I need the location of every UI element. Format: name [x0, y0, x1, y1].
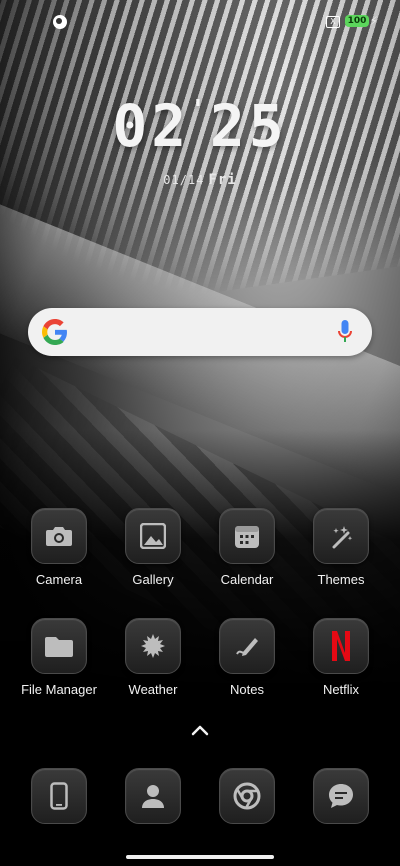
gallery-icon	[125, 508, 181, 564]
app-weather[interactable]: Weather	[107, 618, 199, 697]
app-file-manager[interactable]: File Manager	[13, 618, 105, 697]
app-label: Weather	[128, 682, 178, 697]
status-bar: X 100 ⚡	[0, 12, 400, 34]
app-calendar[interactable]: Calendar	[201, 508, 293, 587]
app-label: File Manager	[21, 682, 97, 697]
app-label: Themes	[317, 572, 365, 587]
weather-leaf-icon	[125, 618, 181, 674]
app-camera[interactable]: Camera	[13, 508, 105, 587]
messages-icon	[313, 768, 369, 824]
battery-icon: 100	[345, 15, 369, 27]
dock-phone[interactable]	[13, 768, 105, 824]
app-label: Notes	[230, 682, 264, 697]
dock-contacts[interactable]	[107, 768, 199, 824]
phone-icon	[31, 768, 87, 824]
app-label: Gallery	[132, 572, 174, 587]
dock-messages[interactable]	[295, 768, 387, 824]
app-label: Calendar	[220, 572, 274, 587]
google-logo-icon	[42, 319, 68, 345]
app-netflix[interactable]: Netflix	[295, 618, 387, 697]
weekday-text: Fri	[208, 172, 237, 188]
clock-separator: '	[190, 95, 210, 125]
magic-wand-icon	[313, 508, 369, 564]
microphone-icon[interactable]	[338, 320, 352, 344]
clock-date[interactable]: 01/14 Fri	[0, 172, 400, 188]
contacts-icon	[125, 768, 181, 824]
chevron-up-icon[interactable]	[190, 722, 210, 736]
chrome-icon	[219, 768, 275, 824]
sim-icon: X	[326, 16, 340, 28]
app-label: Netflix	[322, 682, 360, 697]
date-text: 01/14	[163, 173, 205, 187]
clock-minutes: 25	[209, 92, 288, 160]
gesture-nav-handle[interactable]	[126, 855, 274, 859]
clock-time[interactable]: 02'25	[0, 92, 400, 160]
netflix-icon	[313, 618, 369, 674]
folder-icon	[31, 618, 87, 674]
app-themes[interactable]: Themes	[295, 508, 387, 587]
pen-icon	[219, 618, 275, 674]
app-gallery[interactable]: Gallery	[107, 508, 199, 587]
app-label: Camera	[35, 572, 83, 587]
notification-dot-icon	[53, 15, 67, 29]
app-notes[interactable]: Notes	[201, 618, 293, 697]
bolt-icon: ⚡	[369, 14, 378, 28]
google-search-bar[interactable]	[28, 308, 372, 356]
clock-hours: 02	[112, 92, 191, 160]
calendar-icon	[219, 508, 275, 564]
camera-icon	[31, 508, 87, 564]
dock-chrome[interactable]	[201, 768, 293, 824]
